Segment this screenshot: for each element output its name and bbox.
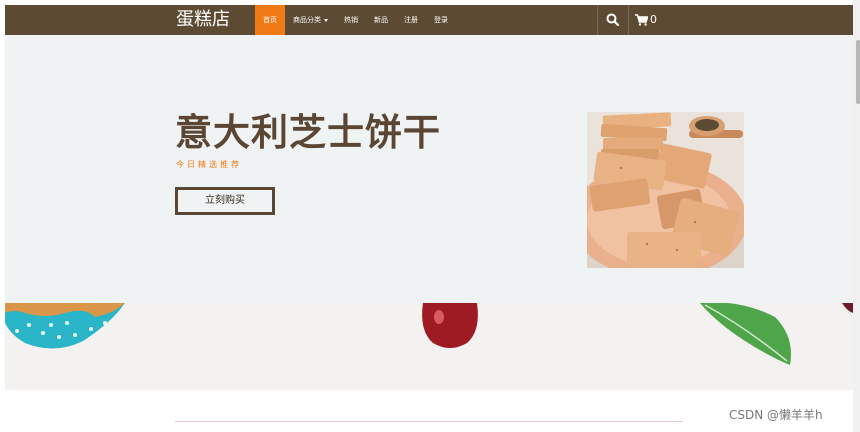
watermark: CSDN @懒羊羊h: [729, 408, 823, 422]
decor-illustration: [5, 303, 853, 365]
nav-new[interactable]: 新品: [366, 5, 396, 35]
page: 蛋糕店 首页 商品分类 热销 新品 注册 登录 0 意大利芝士饼干 今日精选推荐…: [0, 0, 860, 432]
decorative-strip: [5, 303, 853, 390]
search-button[interactable]: [598, 5, 628, 35]
buy-now-button[interactable]: 立刻购买: [175, 187, 275, 215]
brand-logo[interactable]: 蛋糕店: [176, 8, 230, 32]
section-divider: [175, 421, 683, 422]
nav-hot[interactable]: 热销: [336, 5, 366, 35]
caret-down-icon: [324, 18, 328, 22]
nav-right: 0: [597, 5, 663, 35]
cart-count: 0: [650, 13, 657, 26]
cheese-cookie-photo[interactable]: [587, 112, 744, 268]
nav-categories-label: 商品分类: [293, 16, 321, 24]
hero-subtitle: 今日精选推荐: [176, 160, 242, 169]
cart-icon: [635, 14, 648, 26]
nav-home[interactable]: 首页: [255, 5, 285, 35]
nav-login[interactable]: 登录: [426, 5, 456, 35]
vertical-scrollbar-thumb[interactable]: [856, 40, 860, 104]
search-icon: [606, 13, 620, 27]
hero-title: 意大利芝士饼干: [175, 111, 441, 154]
navbar: 蛋糕店 首页 商品分类 热销 新品 注册 登录 0: [5, 5, 853, 35]
nav-register[interactable]: 注册: [396, 5, 426, 35]
cart-button[interactable]: 0: [629, 5, 663, 35]
main-nav: 首页 商品分类 热销 新品 注册 登录: [255, 5, 456, 35]
hero-banner: 意大利芝士饼干 今日精选推荐 立刻购买: [5, 35, 853, 303]
nav-categories-dropdown[interactable]: 商品分类: [285, 5, 336, 35]
